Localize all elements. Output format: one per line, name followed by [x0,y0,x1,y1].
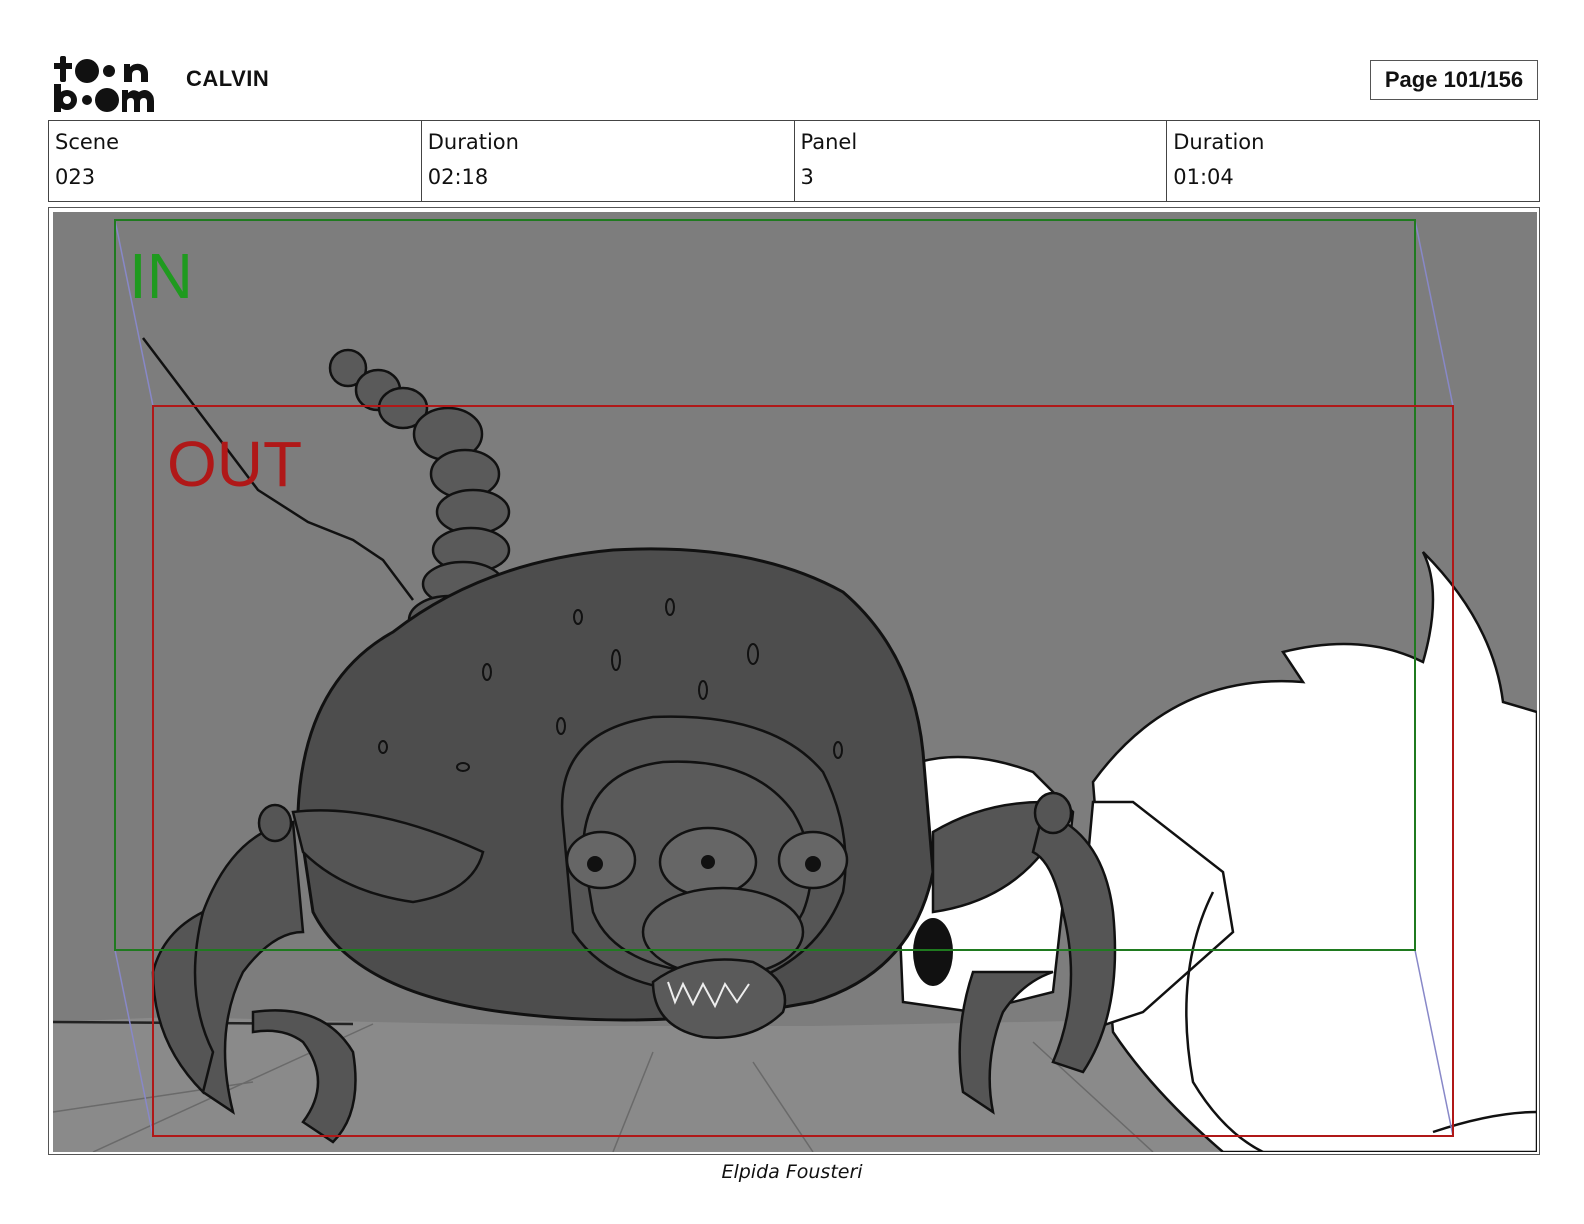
panel-cell: Panel 3 [795,121,1168,201]
panel-duration-cell: Duration 01:04 [1167,121,1539,201]
panel-duration-label: Duration [1173,130,1265,154]
scene-info-table: Scene 023 Duration 02:18 Panel 3 Duratio… [48,120,1540,202]
toon-boom-logo [54,56,154,112]
panel-duration-value: 01:04 [1173,165,1234,189]
page-indicator: Page 101/156 [1370,60,1538,100]
project-title: CALVIN [186,66,270,91]
in-frame-label: IN [129,240,193,312]
scene-duration-value: 02:18 [427,165,489,189]
panel-label: Panel [800,130,858,154]
storyboard-panel: IN OUT [48,207,1540,1155]
out-frame-label: OUT [167,428,302,500]
panel-drawing: IN OUT [53,212,1537,1152]
scene-duration-cell: Duration 02:18 [422,121,795,201]
scene-duration-label: Duration [427,130,519,154]
author-credit: Elpida Fousteri [721,1161,863,1183]
panel-value: 3 [800,165,814,189]
scene-cell: Scene 023 [49,121,422,201]
scene-value: 023 [55,165,96,189]
scene-label: Scene [55,130,120,154]
